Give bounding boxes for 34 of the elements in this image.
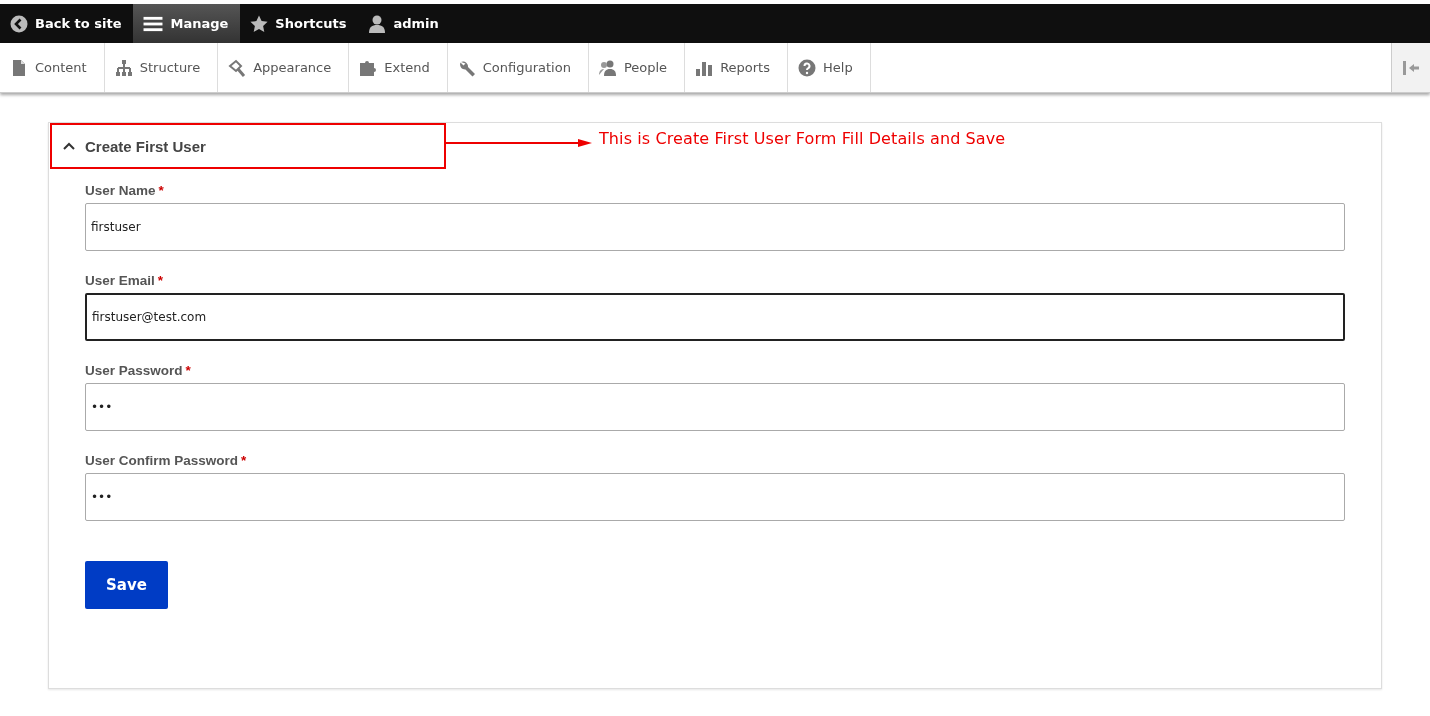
toolbar-tab[interactable]: Shortcuts [240,4,359,43]
toolbar-tab[interactable]: Back to site [0,4,134,43]
person-icon [368,14,387,33]
tray-menu-item[interactable]: People [588,43,686,92]
people-icon [598,58,617,77]
input-field[interactable]: ••• [85,383,1345,431]
tray-menu-item[interactable]: Structure [104,43,219,92]
section-toggle[interactable]: Create First User [49,137,206,155]
input-field[interactable]: firstuser@test.com [85,293,1345,341]
menu-icon [143,14,164,33]
field-label: User Confirm Password * [85,453,248,468]
tray-menu-item[interactable]: Content [0,43,105,92]
help-icon [798,58,816,77]
star-icon [250,14,269,33]
toolbar-tab[interactable]: Manage [133,4,241,43]
field-label: User Email * [85,273,165,288]
field-label: User Password * [85,363,192,378]
puzzle-piece-icon [359,58,378,77]
tray-menu-item[interactable]: Extend [349,43,448,92]
tray-menu-item[interactable]: Reports [685,43,788,92]
tray-menu-item[interactable]: Help [788,43,871,92]
toolbar-tab[interactable]: admin [358,4,451,43]
tray-menu-item[interactable]: Appearance [218,43,350,92]
annotation-text: This is Create First User Form Fill Details and Save [599,129,1006,148]
input-field[interactable]: firstuser [85,203,1345,251]
input-field[interactable]: ••• [85,473,1345,521]
save-button[interactable]: Save [85,561,168,609]
orientation-toggle-button[interactable] [1391,43,1430,92]
hierarchy-icon [114,58,133,77]
collapse-icon [1401,59,1421,76]
document-icon [10,58,28,77]
paintbrush-icon [228,58,247,77]
field-label: User Name * [85,183,165,198]
tray-menu-item[interactable]: Configuration [447,43,589,92]
